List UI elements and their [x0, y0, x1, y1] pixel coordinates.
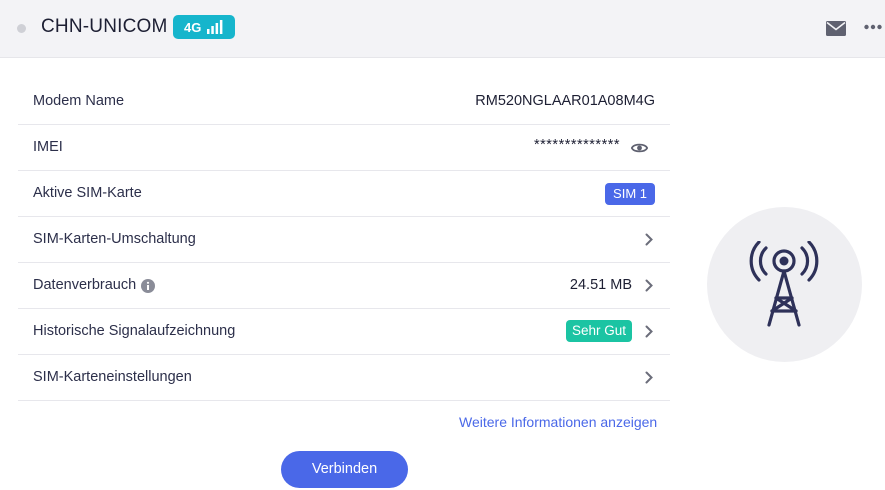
- more-icon[interactable]: [864, 24, 882, 30]
- signal-quality-badge: Sehr Gut: [565, 320, 632, 342]
- signal-tower-icon: [749, 241, 819, 327]
- modem-name-value: RM520NGLAAR01A08M4G: [475, 93, 655, 109]
- imei-label: IMEI: [33, 139, 63, 155]
- imei-value: **************: [534, 137, 620, 153]
- mail-icon[interactable]: [826, 21, 846, 36]
- row-active-sim: Aktive SIM-Karte SIM 1: [18, 171, 670, 217]
- status-dot: [17, 24, 26, 33]
- eye-icon[interactable]: [631, 142, 648, 154]
- row-modem-name: Modem Name RM520NGLAAR01A08M4G: [18, 79, 670, 125]
- sim-badge: SIM 1: [605, 183, 655, 205]
- network-type-badge: 4G: [173, 15, 235, 39]
- chevron-right-icon: [645, 325, 653, 338]
- info-icon[interactable]: [141, 279, 155, 293]
- carrier-name: CHN-UNICOM: [41, 16, 168, 37]
- network-type-label: 4G: [184, 20, 202, 35]
- connect-button[interactable]: Verbinden: [281, 451, 408, 488]
- data-usage-value: 24.51 MB: [569, 277, 632, 293]
- more-info-link[interactable]: Weitere Informationen anzeigen: [459, 414, 657, 430]
- top-bar: CHN-UNICOM 4G: [0, 0, 885, 58]
- row-sim-switch[interactable]: SIM-Karten-Umschaltung: [18, 217, 670, 263]
- data-usage-label: Datenverbrauch: [33, 277, 137, 293]
- sim-settings-label: SIM-Karteneinstellungen: [33, 369, 192, 385]
- chevron-right-icon: [645, 233, 653, 246]
- row-signal-history[interactable]: Historische Signalaufzeichnung Sehr Gut: [18, 309, 670, 355]
- row-data-usage[interactable]: Datenverbrauch 24.51 MB: [18, 263, 670, 309]
- row-sim-settings[interactable]: SIM-Karteneinstellungen: [18, 355, 670, 401]
- signal-history-label: Historische Signalaufzeichnung: [33, 323, 236, 339]
- chevron-right-icon: [645, 371, 653, 384]
- signal-bars-icon: [207, 20, 223, 34]
- modem-name-label: Modem Name: [33, 93, 125, 109]
- signal-tower-illustration: [707, 207, 862, 362]
- sim-switch-label: SIM-Karten-Umschaltung: [33, 231, 196, 247]
- device-info-list: Modem Name RM520NGLAAR01A08M4G IMEI ****…: [18, 79, 670, 401]
- active-sim-label: Aktive SIM-Karte: [33, 185, 142, 201]
- chevron-right-icon: [645, 279, 653, 292]
- row-imei: IMEI **************: [18, 125, 670, 171]
